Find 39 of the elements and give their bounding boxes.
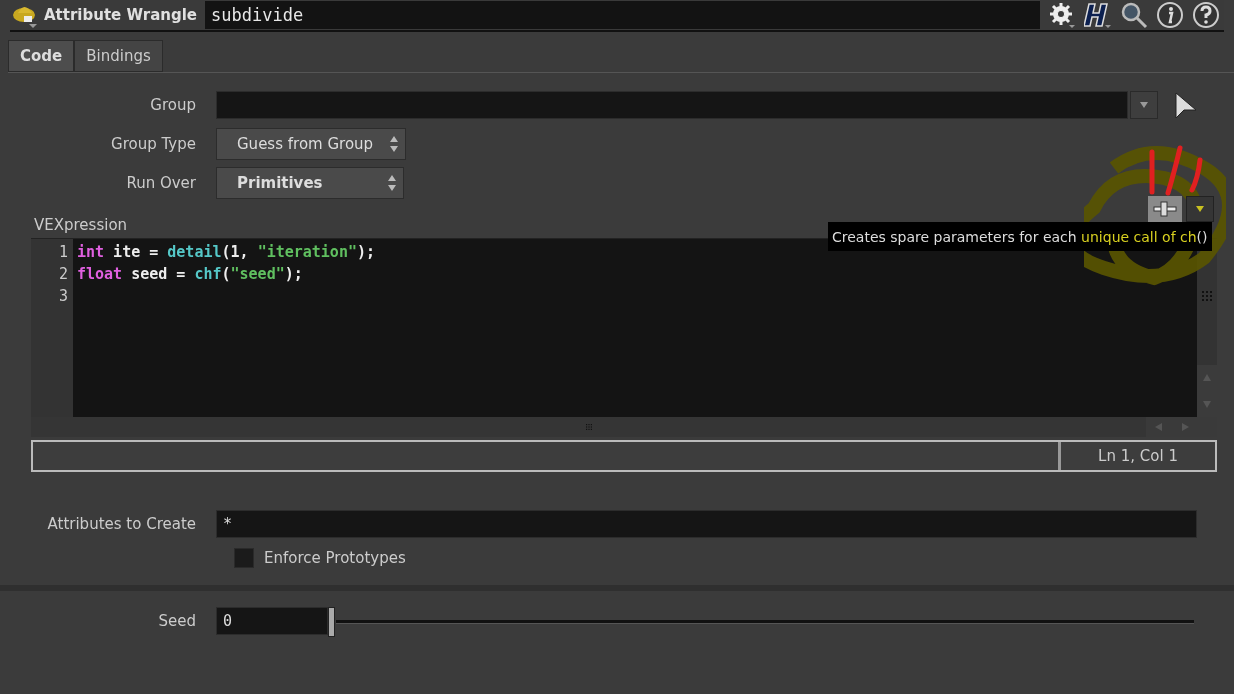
- grip-icon: [583, 424, 594, 430]
- code-line: float seed = chf("seed");: [77, 264, 304, 285]
- line-number: 1: [57, 242, 69, 263]
- line-number: 2: [57, 264, 69, 285]
- attributes-field[interactable]: *: [216, 509, 1197, 538]
- up-down-arrows-icon: [389, 134, 399, 153]
- slider-track[interactable]: [336, 619, 1194, 624]
- field-label: Attributes to Create: [46, 514, 197, 533]
- settings-icon[interactable]: [1048, 1, 1076, 29]
- seed-field[interactable]: 0: [216, 606, 328, 635]
- checkbox[interactable]: [234, 548, 254, 568]
- run-over-menu[interactable]: Primitives: [216, 166, 404, 199]
- group-type-menu[interactable]: Guess from Group: [216, 127, 406, 160]
- dropdown-button[interactable]: [1186, 196, 1214, 222]
- tab[interactable]: Bindings: [74, 40, 163, 72]
- code-line: int ite = detail(1, "iteration");: [77, 242, 377, 263]
- group-field[interactable]: [216, 90, 1128, 119]
- field-label: Run Over: [125, 173, 197, 192]
- field-label: VEXpression: [34, 216, 129, 234]
- spare-parameters-button[interactable]: [1148, 196, 1182, 222]
- h-letter-icon[interactable]: [1084, 1, 1112, 29]
- slider-icon: [1152, 200, 1178, 218]
- field-label: Group: [149, 95, 197, 114]
- tooltip: Creates spare parameters for each unique call of ch(): [828, 222, 1212, 251]
- field-label: Seed: [157, 611, 197, 630]
- node-name-field[interactable]: subdivide: [205, 1, 1040, 29]
- tab[interactable]: Code: [8, 40, 75, 72]
- slider-handle[interactable]: [328, 606, 335, 637]
- dropdown-button[interactable]: [1130, 90, 1158, 119]
- field-label: Group Type: [110, 134, 197, 153]
- up-down-arrows-icon: [387, 173, 397, 192]
- grip-icon: [1202, 291, 1212, 301]
- checkbox-label: Enforce Prototypes: [264, 549, 406, 567]
- search-icon[interactable]: [1120, 1, 1148, 29]
- node-type-label: Attribute Wrangle: [44, 6, 197, 24]
- info-icon[interactable]: [1156, 1, 1184, 29]
- line-number: 3: [57, 286, 69, 307]
- help-icon[interactable]: [1192, 1, 1220, 29]
- cursor-position: Ln 1, Col 1: [1097, 446, 1179, 467]
